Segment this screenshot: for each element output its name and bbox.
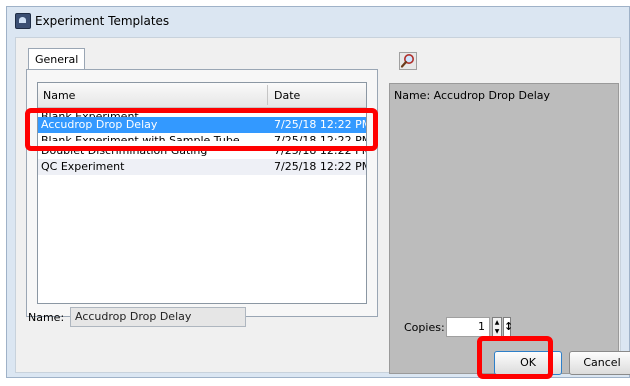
copies-arrow-icon[interactable]: ↕ [503,317,513,337]
search-icon[interactable] [399,52,417,70]
spin-down-icon[interactable]: ▼ [493,327,501,336]
ok-highlight-annotation [477,336,553,379]
experiment-templates-window: Experiment Templates General Name Date B… [6,6,630,378]
app-icon [15,13,31,29]
column-header-date[interactable]: Date [274,89,300,102]
spin-up-icon[interactable]: ▲ [493,318,501,327]
name-label: Name: [28,311,65,324]
copies-label: Copies: [404,321,445,334]
cancel-button[interactable]: Cancel [569,351,630,375]
list-item-date: 7/25/18 12:22 PM [274,160,367,173]
name-field[interactable]: Accudrop Drop Delay [70,307,246,327]
tab-general[interactable]: General [28,48,86,71]
column-header-name[interactable]: Name [43,89,75,102]
selection-highlight-annotation [25,108,378,151]
preview-text: Name: Accudrop Drop Delay [394,89,551,102]
dialog-body: General Name Date Blank Experiment Accud… [15,37,630,375]
title-bar: Experiment Templates [7,7,629,35]
window-title: Experiment Templates [35,14,170,28]
column-separator[interactable] [267,85,268,105]
list-item-name: QC Experiment [41,160,125,173]
list-item[interactable]: QC Experiment 7/25/18 12:22 PM [38,159,366,175]
general-tab-panel: Name Date Blank Experiment Accudrop Drop… [26,69,378,317]
list-header: Name Date [38,83,366,108]
copies-spinner[interactable]: ▲ ▼ [492,317,502,337]
copies-input[interactable]: 1 [446,317,490,337]
